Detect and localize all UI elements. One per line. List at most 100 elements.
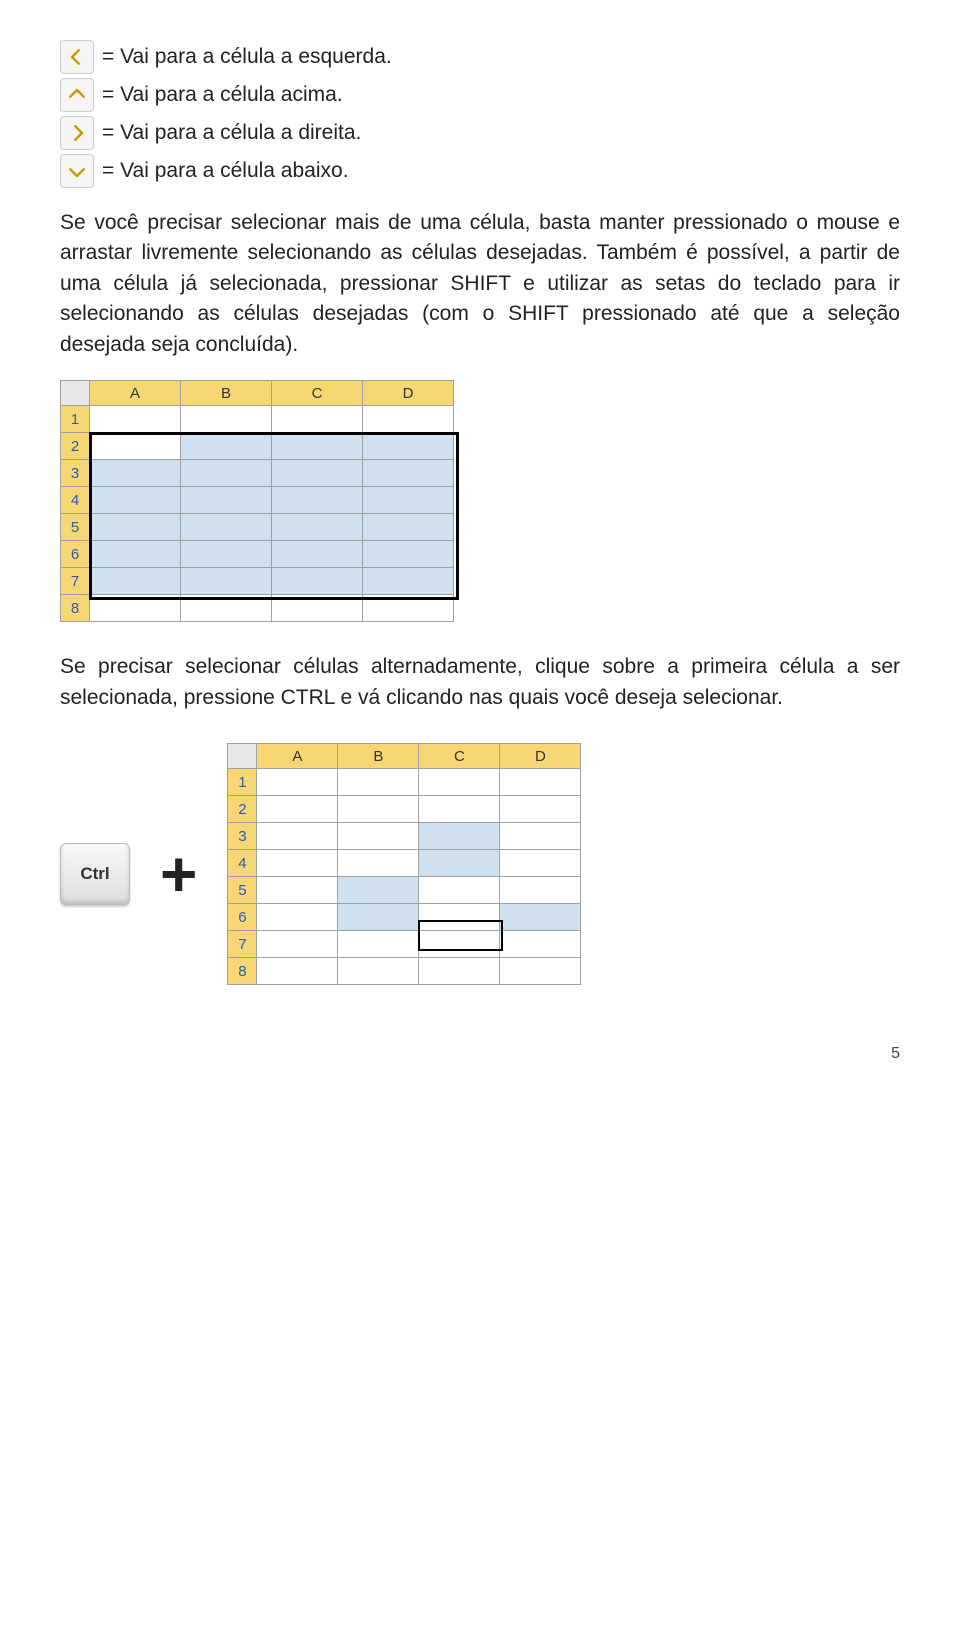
cell: [363, 541, 454, 568]
excel-ctrl-figure: ABCD 12345678: [227, 733, 581, 1015]
cell: [272, 460, 363, 487]
row-header: 1: [228, 769, 257, 796]
cell: [181, 487, 272, 514]
cell: [500, 823, 581, 850]
excel-grid-1: ABCD12345678: [60, 380, 454, 622]
excel-selection-figure: ABCD12345678: [60, 380, 454, 622]
col-header: A: [257, 744, 338, 769]
cell: [272, 487, 363, 514]
col-header: D: [500, 744, 581, 769]
arrow-line-text: = Vai para a célula acima.: [102, 83, 343, 107]
cell: [90, 460, 181, 487]
cell: [181, 406, 272, 433]
excel-grid-2: ABCD 12345678: [227, 743, 581, 985]
arrow-right-icon: [60, 116, 94, 150]
cell: [272, 514, 363, 541]
cell: [500, 958, 581, 985]
page-number: 5: [60, 1045, 900, 1063]
cell: [272, 433, 363, 460]
cell: [500, 904, 581, 931]
arrow-line-right: = Vai para a célula a direita.: [60, 116, 900, 150]
cell: [363, 487, 454, 514]
cell: [257, 769, 338, 796]
cell: [90, 487, 181, 514]
cell: [272, 541, 363, 568]
row-header: 2: [61, 433, 90, 460]
cell: [338, 904, 419, 931]
row-header: 8: [61, 595, 90, 622]
cell: [338, 769, 419, 796]
arrow-line-down: = Vai para a célula abaixo.: [60, 154, 900, 188]
cell: [363, 433, 454, 460]
paragraph-shift-select: Se você precisar selecionar mais de uma …: [60, 208, 900, 360]
cell: [419, 931, 500, 958]
row-header: 4: [228, 850, 257, 877]
cell: [500, 769, 581, 796]
row-header: 5: [228, 877, 257, 904]
cell: [257, 796, 338, 823]
cell: [90, 541, 181, 568]
arrow-legend: = Vai para a célula a esquerda. = Vai pa…: [60, 40, 900, 188]
cell: [419, 958, 500, 985]
col-header: A: [90, 381, 181, 406]
col-header: B: [181, 381, 272, 406]
arrow-line-up: = Vai para a célula acima.: [60, 78, 900, 112]
cell: [338, 931, 419, 958]
cell: [500, 931, 581, 958]
col-header: D: [363, 381, 454, 406]
cell: [181, 568, 272, 595]
cell: [419, 769, 500, 796]
cell: [419, 823, 500, 850]
cell: [500, 796, 581, 823]
arrow-up-icon: [60, 78, 94, 112]
cell: [500, 850, 581, 877]
cell: [257, 958, 338, 985]
paragraph-ctrl-select: Se precisar selecionar células alternada…: [60, 652, 900, 713]
cell: [419, 877, 500, 904]
ctrl-plus-figure: Ctrl + ABCD 12345678: [60, 733, 900, 1015]
arrow-left-icon: [60, 40, 94, 74]
cell: [338, 958, 419, 985]
cell: [338, 850, 419, 877]
cell: [181, 541, 272, 568]
cell: [257, 877, 338, 904]
cell: [363, 514, 454, 541]
cell: [338, 823, 419, 850]
ctrl-key-icon: Ctrl: [60, 843, 130, 905]
row-header: 7: [228, 931, 257, 958]
plus-icon: +: [160, 842, 197, 906]
cell: [419, 850, 500, 877]
cell: [419, 904, 500, 931]
row-header: 3: [61, 460, 90, 487]
col-header: B: [338, 744, 419, 769]
cell: [90, 595, 181, 622]
row-header: 6: [228, 904, 257, 931]
cell: [257, 823, 338, 850]
cell: [363, 406, 454, 433]
cell: [257, 931, 338, 958]
cell: [90, 433, 181, 460]
row-header: 3: [228, 823, 257, 850]
row-header: 5: [61, 514, 90, 541]
cell: [363, 460, 454, 487]
row-header: 8: [228, 958, 257, 985]
cell: [181, 595, 272, 622]
col-header: C: [419, 744, 500, 769]
arrow-line-text: = Vai para a célula a direita.: [102, 121, 361, 145]
cell: [90, 568, 181, 595]
row-header: 7: [61, 568, 90, 595]
cell: [363, 568, 454, 595]
arrow-line-text: = Vai para a célula abaixo.: [102, 159, 349, 183]
cell: [419, 796, 500, 823]
cell: [90, 406, 181, 433]
cell: [181, 460, 272, 487]
cell: [257, 904, 338, 931]
cell: [338, 877, 419, 904]
arrow-line-left: = Vai para a célula a esquerda.: [60, 40, 900, 74]
arrow-down-icon: [60, 154, 94, 188]
cell: [363, 595, 454, 622]
row-header: 2: [228, 796, 257, 823]
cell: [90, 514, 181, 541]
cell: [181, 514, 272, 541]
cell: [272, 595, 363, 622]
